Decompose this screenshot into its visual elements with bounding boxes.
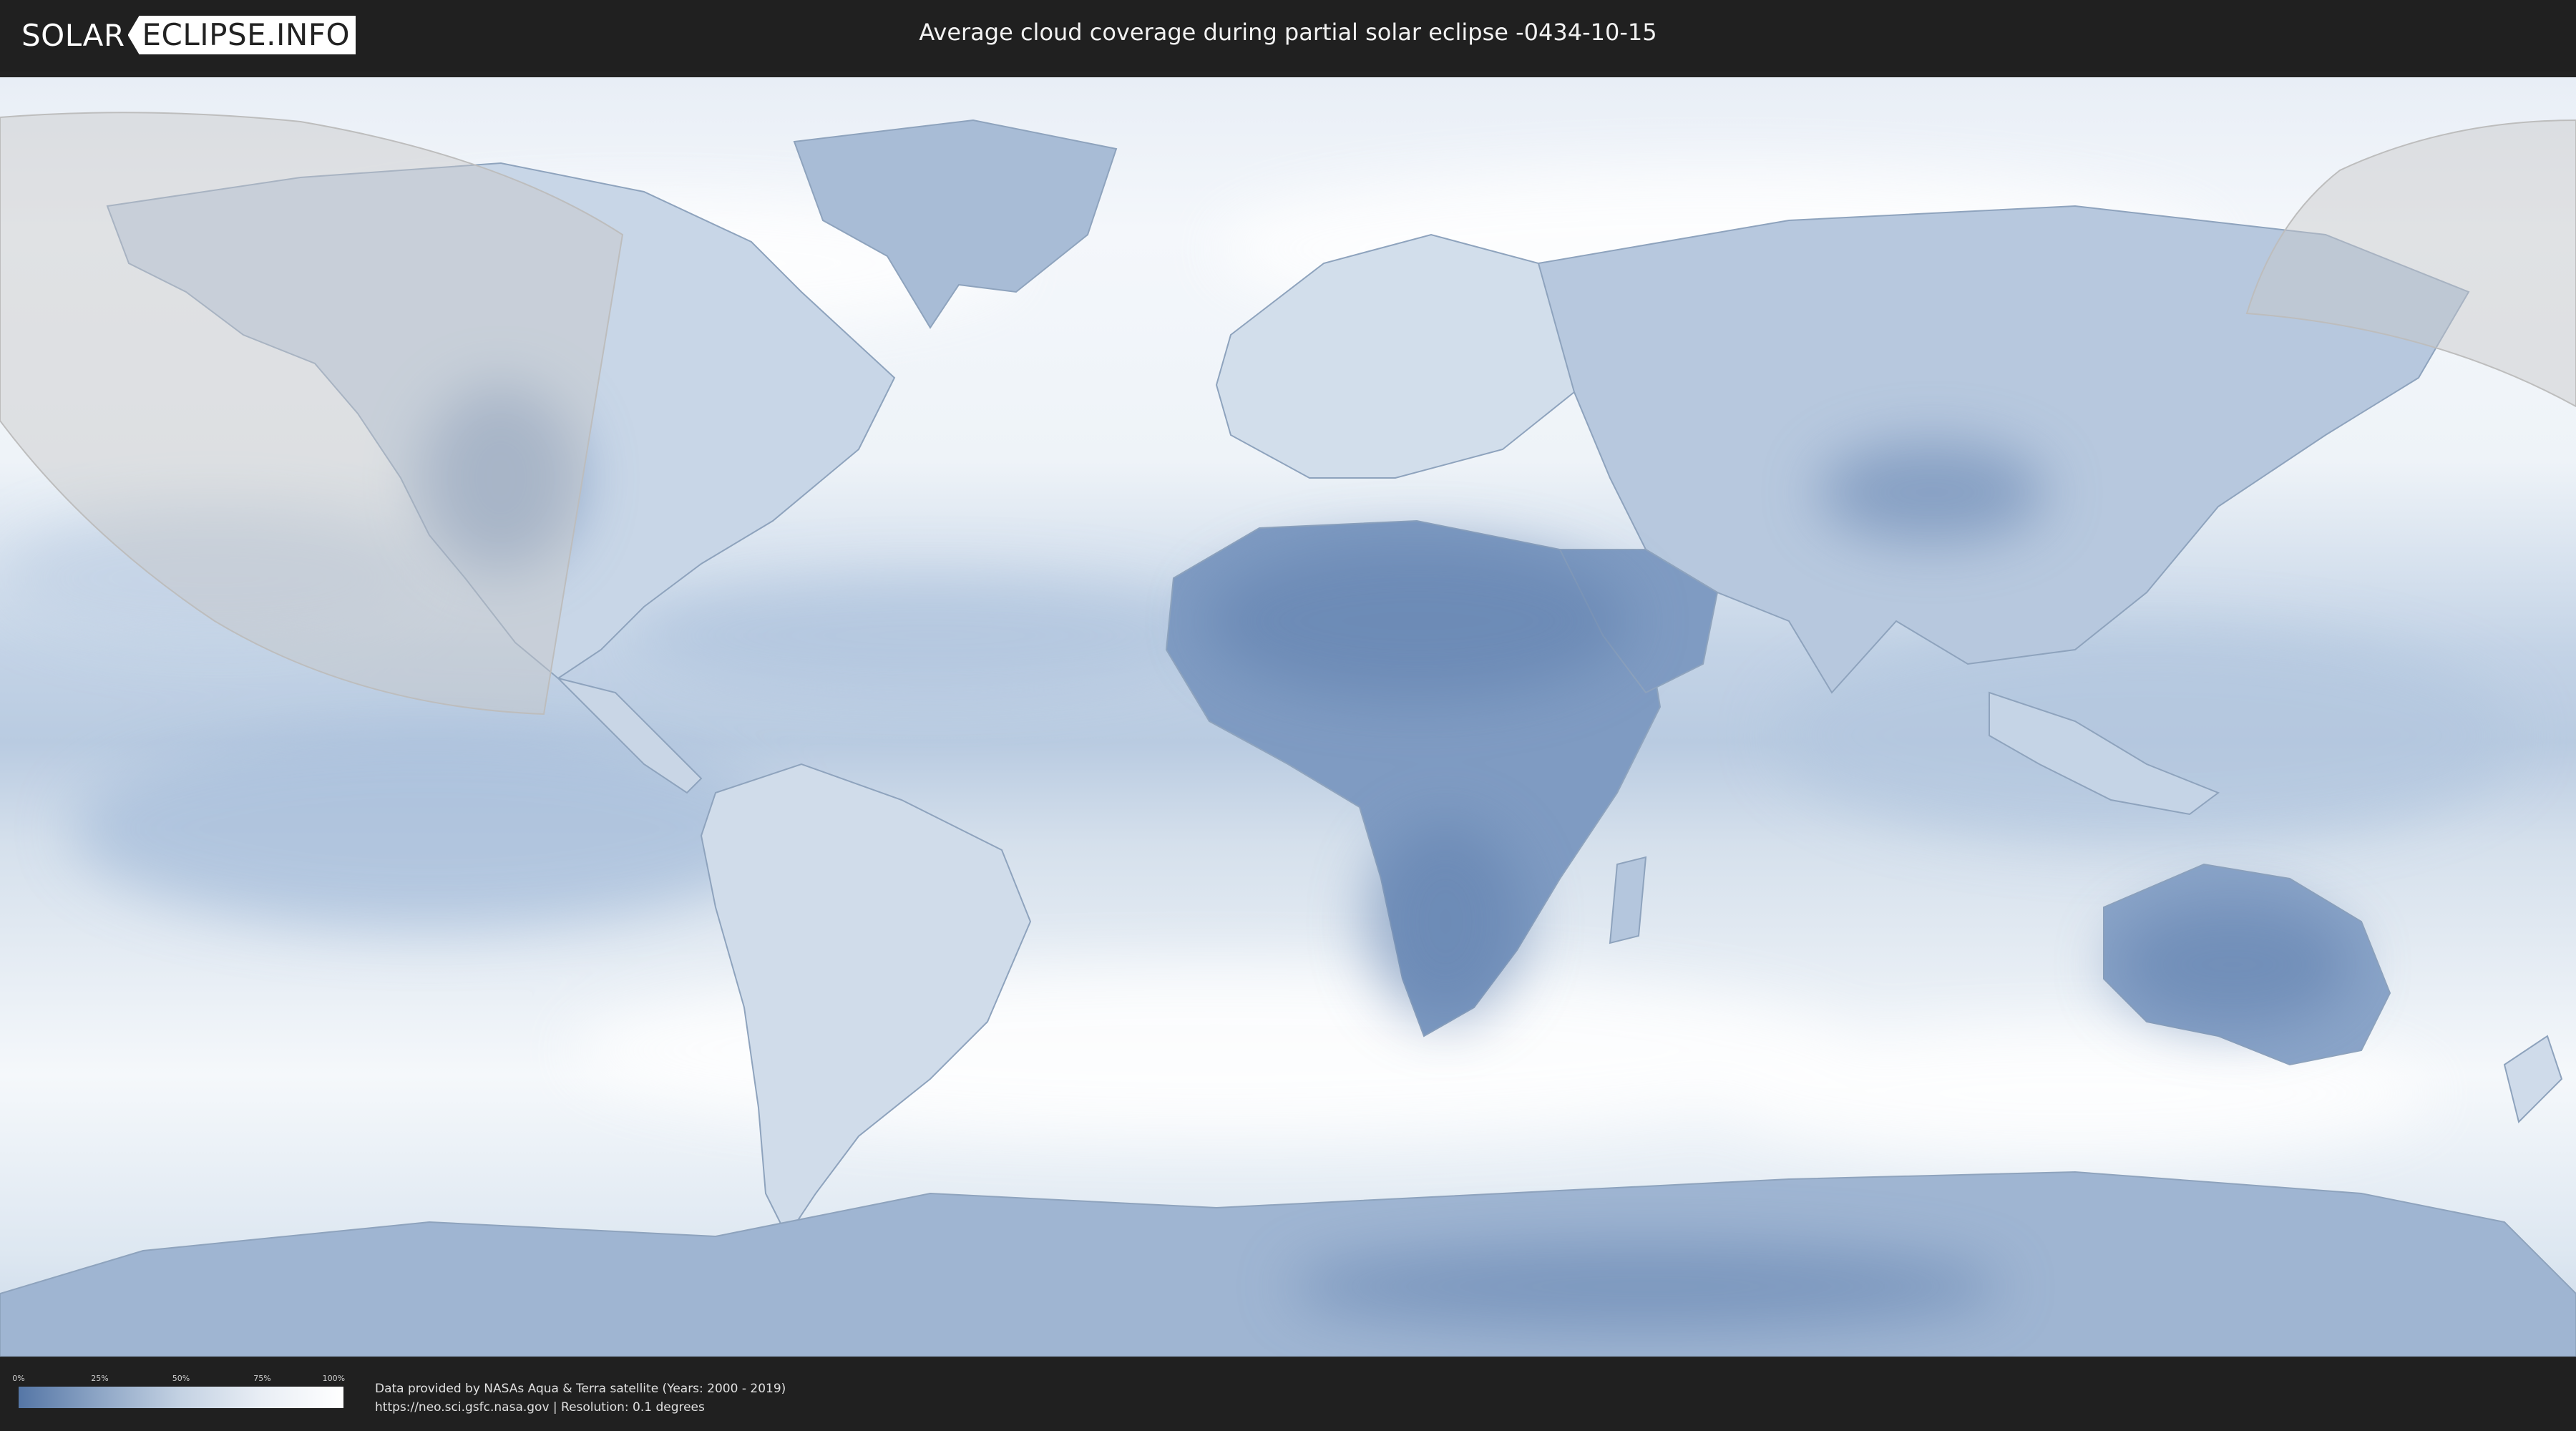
page-title: Average cloud coverage during partial so…	[919, 19, 1657, 46]
legend-color-bar	[19, 1387, 343, 1408]
credits-link[interactable]: https://neo.sci.gsfc.nasa.gov | Resoluti…	[375, 1398, 786, 1417]
data-credits: Data provided by NASAs Aqua & Terra sate…	[375, 1379, 786, 1417]
legend-tick-75: 75%	[253, 1374, 271, 1383]
legend-tick-0: 0%	[12, 1374, 25, 1383]
header-bar: SOLAR ECLIPSE.INFO Average cloud coverag…	[0, 0, 2576, 72]
legend-tick-100: 100%	[322, 1374, 346, 1383]
credits-source: Data provided by NASAs Aqua & Terra sate…	[375, 1382, 786, 1396]
footer-bar: 0% 25% 50% 75% 100% Data provided by NAS…	[0, 1358, 2576, 1431]
cloud-coverage-map	[0, 77, 2576, 1357]
cloud-coverage-legend: 0% 25% 50% 75% 100%	[12, 1374, 346, 1408]
legend-tick-25: 25%	[91, 1374, 109, 1383]
legend-ticks: 0% 25% 50% 75% 100%	[12, 1374, 346, 1387]
legend-tick-50: 50%	[172, 1374, 190, 1383]
